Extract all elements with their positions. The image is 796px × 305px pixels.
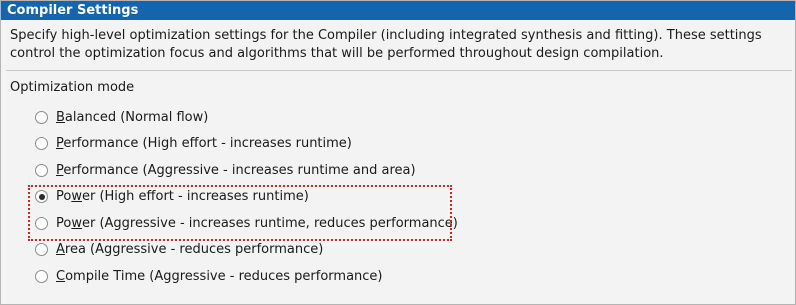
option-label: Area (Aggressive - reduces performance) — [56, 242, 324, 258]
radio-option-power-high-effort[interactable]: Power (High effort - increases runtime) — [21, 184, 781, 211]
radio-button[interactable] — [35, 216, 48, 230]
option-label: Balanced (Normal flow) — [56, 109, 209, 125]
radio-button-selected[interactable] — [35, 190, 48, 204]
panel-title: Compiler Settings — [1, 1, 795, 20]
radio-option-performance-high-effort[interactable]: Performance (High effort - increases run… — [21, 131, 781, 158]
option-label: Power (Aggressive - increases runtime, r… — [56, 215, 458, 231]
radio-button[interactable] — [35, 110, 48, 124]
divider — [6, 70, 792, 71]
radio-button[interactable] — [35, 269, 48, 283]
optimization-mode-radio-group: Balanced (Normal flow) Performance (High… — [21, 104, 781, 290]
compiler-settings-panel: Compiler Settings Specify high-level opt… — [0, 0, 796, 305]
option-label: Performance (Aggressive - increases runt… — [56, 162, 416, 178]
radio-button[interactable] — [35, 243, 48, 257]
radio-option-power-aggressive[interactable]: Power (Aggressive - increases runtime, r… — [21, 210, 781, 237]
option-label: Power (High effort - increases runtime) — [56, 189, 309, 205]
radio-option-compile-time[interactable]: Compile Time (Aggressive - reduces perfo… — [21, 263, 781, 290]
radio-option-area[interactable]: Area (Aggressive - reduces performance) — [21, 237, 781, 264]
radio-button[interactable] — [35, 163, 48, 177]
panel-description: Specify high-level optimization settings… — [10, 28, 762, 61]
radio-button[interactable] — [35, 137, 48, 151]
radio-option-performance-aggressive[interactable]: Performance (Aggressive - increases runt… — [21, 157, 781, 184]
option-label: Performance (High effort - increases run… — [56, 136, 352, 152]
optimization-mode-label: Optimization mode — [10, 80, 135, 95]
option-label: Compile Time (Aggressive - reduces perfo… — [56, 268, 383, 284]
radio-option-balanced[interactable]: Balanced (Normal flow) — [21, 104, 781, 131]
